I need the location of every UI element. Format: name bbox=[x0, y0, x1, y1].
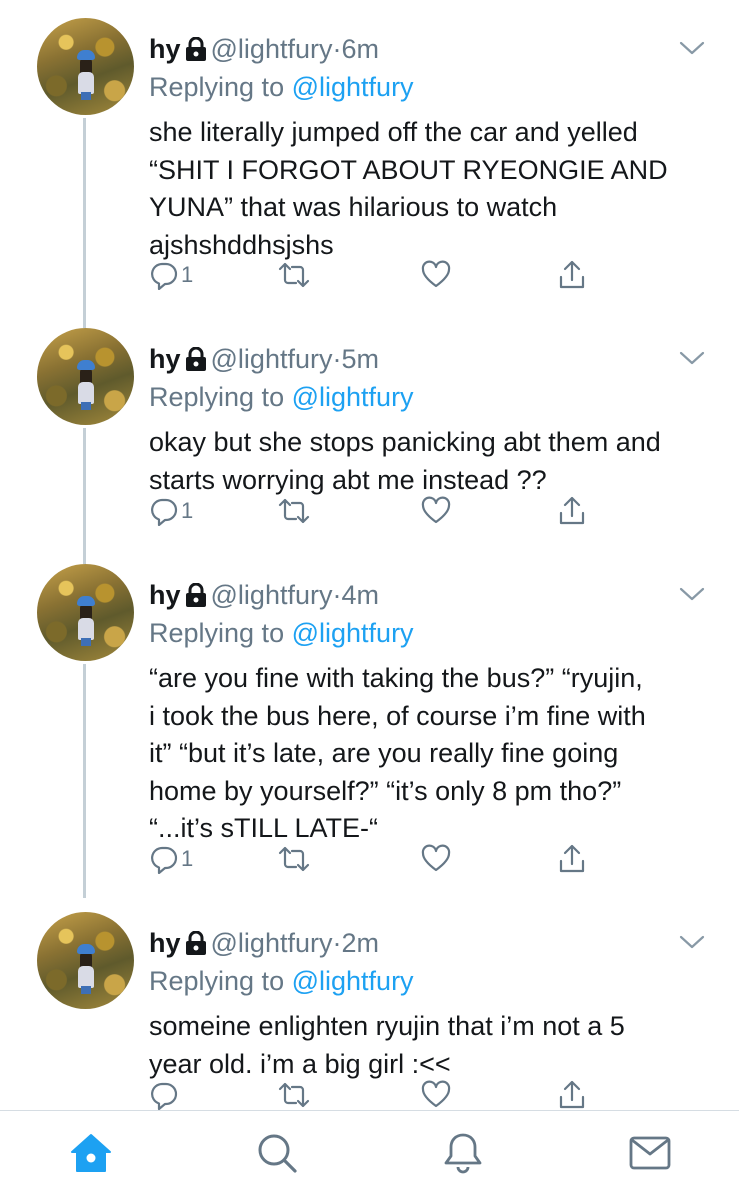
retweet-icon bbox=[277, 496, 311, 526]
home-icon bbox=[70, 1133, 112, 1178]
reply-icon bbox=[149, 496, 179, 526]
tab-notifications[interactable] bbox=[441, 1133, 485, 1177]
reply-count: 1 bbox=[181, 262, 194, 287]
avatar[interactable] bbox=[37, 564, 134, 661]
chevron-down-icon[interactable] bbox=[679, 586, 705, 607]
tweet[interactable]: hy @lightfury·2m Replying to @lightfury s… bbox=[0, 912, 739, 1110]
chevron-down-icon[interactable] bbox=[679, 350, 705, 371]
tweet-actions: 1 bbox=[149, 494, 609, 528]
reply-button[interactable]: 1 bbox=[149, 258, 193, 292]
chevron-down-icon[interactable] bbox=[679, 40, 705, 61]
like-button[interactable] bbox=[421, 494, 451, 528]
bottom-tab-bar bbox=[0, 1111, 739, 1200]
lock-icon bbox=[185, 345, 207, 379]
retweet-icon bbox=[277, 260, 311, 290]
timestamp[interactable]: 2m bbox=[341, 928, 379, 958]
replying-to-link[interactable]: @lightfury bbox=[292, 966, 414, 996]
timestamp[interactable]: 5m bbox=[341, 344, 379, 374]
display-name[interactable]: hy bbox=[149, 580, 181, 610]
replying-to-label: Replying to bbox=[149, 72, 285, 102]
tweet-actions: 1 bbox=[149, 258, 609, 292]
like-button[interactable] bbox=[421, 842, 451, 876]
share-icon bbox=[557, 843, 587, 875]
search-icon bbox=[256, 1132, 298, 1179]
heart-icon bbox=[421, 496, 451, 526]
heart-icon bbox=[421, 844, 451, 874]
reply-icon bbox=[149, 1080, 179, 1110]
handle[interactable]: @lightfury bbox=[211, 580, 333, 610]
display-name[interactable]: hy bbox=[149, 344, 181, 374]
share-button[interactable] bbox=[557, 1078, 587, 1110]
reply-button[interactable]: 1 bbox=[149, 494, 193, 528]
replying-to: Replying to @lightfury bbox=[149, 70, 414, 104]
avatar[interactable] bbox=[37, 18, 134, 115]
timestamp[interactable]: 6m bbox=[341, 34, 379, 64]
replying-to: Replying to @lightfury bbox=[149, 964, 414, 998]
tweet-actions bbox=[149, 1078, 609, 1110]
lock-icon bbox=[185, 929, 207, 963]
like-button[interactable] bbox=[421, 258, 451, 292]
heart-icon bbox=[421, 260, 451, 290]
tweet[interactable]: hy @lightfury·6m Replying to @lightfury s… bbox=[0, 18, 739, 308]
reply-button[interactable]: 1 bbox=[149, 842, 193, 876]
tab-home[interactable] bbox=[69, 1133, 113, 1177]
replying-to-label: Replying to bbox=[149, 618, 285, 648]
replying-to-link[interactable]: @lightfury bbox=[292, 618, 414, 648]
tweet-text: she literally jumped off the car and yel… bbox=[149, 117, 668, 260]
tweet[interactable]: hy @lightfury·4m Replying to @lightfury “… bbox=[0, 564, 739, 894]
tweet-header: hy @lightfury·6m bbox=[149, 32, 379, 69]
mail-icon bbox=[629, 1136, 671, 1175]
display-name[interactable]: hy bbox=[149, 34, 181, 64]
timestamp[interactable]: 4m bbox=[341, 580, 379, 610]
share-icon bbox=[557, 259, 587, 291]
tweet-text: “are you fine with taking the bus?” “ryu… bbox=[149, 663, 646, 843]
tweet-header: hy @lightfury·5m bbox=[149, 342, 379, 379]
avatar[interactable] bbox=[37, 912, 134, 1009]
reply-icon bbox=[149, 260, 179, 290]
lock-icon bbox=[185, 581, 207, 615]
retweet-button[interactable] bbox=[277, 258, 311, 292]
tab-messages[interactable] bbox=[628, 1133, 672, 1177]
retweet-button[interactable] bbox=[277, 842, 311, 876]
share-icon bbox=[557, 1079, 587, 1110]
share-button[interactable] bbox=[557, 494, 587, 528]
reply-count: 1 bbox=[181, 498, 194, 523]
share-icon bbox=[557, 495, 587, 527]
retweet-icon bbox=[277, 1080, 311, 1110]
replying-to-label: Replying to bbox=[149, 966, 285, 996]
tweet[interactable]: hy @lightfury·5m Replying to @lightfury o… bbox=[0, 328, 739, 548]
retweet-button[interactable] bbox=[277, 494, 311, 528]
display-name[interactable]: hy bbox=[149, 928, 181, 958]
replying-to-link[interactable]: @lightfury bbox=[292, 382, 414, 412]
handle[interactable]: @lightfury bbox=[211, 34, 333, 64]
tweet-header: hy @lightfury·2m bbox=[149, 926, 379, 963]
share-button[interactable] bbox=[557, 258, 587, 292]
tweet-text: someine enlighten ryujin that i’m not a … bbox=[149, 1011, 625, 1079]
heart-icon bbox=[421, 1080, 451, 1110]
replying-to: Replying to @lightfury bbox=[149, 616, 414, 650]
replying-to: Replying to @lightfury bbox=[149, 380, 414, 414]
replying-to-link[interactable]: @lightfury bbox=[292, 72, 414, 102]
lock-icon bbox=[185, 35, 207, 69]
chevron-down-icon[interactable] bbox=[679, 934, 705, 955]
tweet-text: okay but she stops panicking abt them an… bbox=[149, 427, 661, 495]
retweet-icon bbox=[277, 844, 311, 874]
handle[interactable]: @lightfury bbox=[211, 344, 333, 374]
avatar[interactable] bbox=[37, 328, 134, 425]
like-button[interactable] bbox=[421, 1078, 451, 1110]
bell-icon bbox=[443, 1131, 483, 1180]
tab-search[interactable] bbox=[255, 1133, 299, 1177]
timeline: hy @lightfury·6m Replying to @lightfury s… bbox=[0, 0, 739, 1110]
tweet-actions: 1 bbox=[149, 842, 609, 876]
replying-to-label: Replying to bbox=[149, 382, 285, 412]
tweet-header: hy @lightfury·4m bbox=[149, 578, 379, 615]
reply-icon bbox=[149, 844, 179, 874]
reply-button[interactable] bbox=[149, 1078, 181, 1110]
retweet-button[interactable] bbox=[277, 1078, 311, 1110]
handle[interactable]: @lightfury bbox=[211, 928, 333, 958]
share-button[interactable] bbox=[557, 842, 587, 876]
reply-count: 1 bbox=[181, 846, 194, 871]
